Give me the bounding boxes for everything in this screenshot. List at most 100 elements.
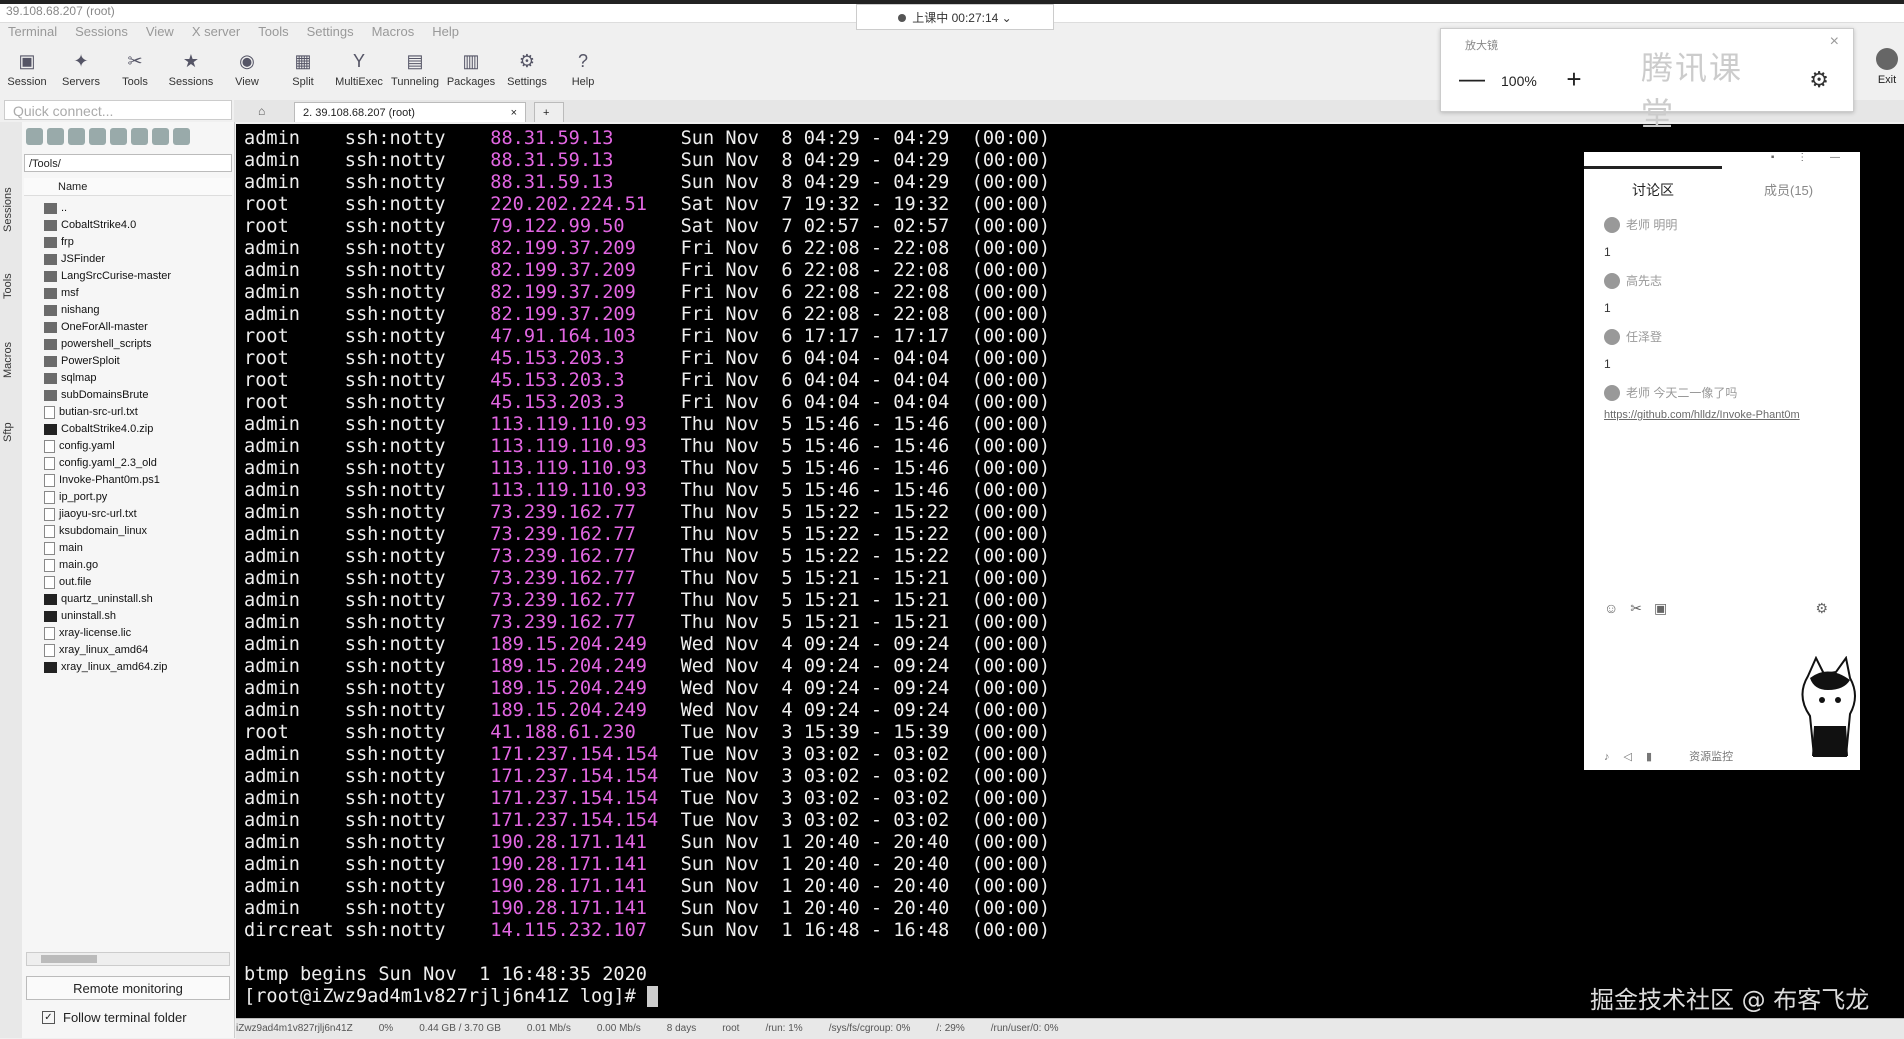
file-row[interactable]: uninstall.sh [44,608,232,625]
menu-view[interactable]: View [146,22,174,42]
terminal-line: admin ssh:notty 73.239.162.77 Thu Nov 5 … [244,590,1050,612]
download-icon[interactable] [47,128,64,145]
sftp-horizontal-scrollbar[interactable] [26,952,230,966]
speaker-icon[interactable]: ◁ [1624,751,1632,763]
side-tab-sessions[interactable]: Sessions [2,170,20,250]
file-row[interactable]: config.yaml_2.3_old [44,455,232,472]
file-row[interactable]: LangSrcCurise-master [44,268,232,285]
window-controls[interactable]: ▪ ⋮ — [1771,152,1850,163]
menu-macros[interactable]: Macros [372,22,415,42]
toolbar-tools-button[interactable]: ✂ Tools [108,42,162,98]
file-row[interactable]: main [44,540,232,557]
file-row[interactable]: sqlmap [44,370,232,387]
file-row[interactable]: frp [44,234,232,251]
new-tab-button[interactable]: + [534,102,564,122]
toolbar-view-button[interactable]: ◉ View [220,42,274,98]
file-row[interactable]: CobaltStrike4.0.zip [44,421,232,438]
file-icon [44,627,55,640]
file-row[interactable]: PowerSploit [44,353,232,370]
terminal-line: admin ssh:notty 189.15.204.249 Wed Nov 4… [244,700,1050,722]
folder-icon [44,254,57,265]
chat-link[interactable]: https://github.com/hlldz/Invoke-Phant0m [1604,409,1854,421]
menu-settings[interactable]: Settings [307,22,354,42]
menu-xserver[interactable]: X server [192,22,240,42]
file-row[interactable]: jiaoyu-src-url.txt [44,506,232,523]
terminal-ip: 14.115.232.107 [490,920,681,941]
file-row[interactable]: quartz_uninstall.sh [44,591,232,608]
sftp-column-name[interactable]: Name [24,178,232,196]
file-row[interactable]: xray-license.lic [44,625,232,642]
microphone-icon[interactable]: ♪ [1604,751,1610,763]
toolbar-settings-button[interactable]: ⚙ Settings [500,42,554,98]
terminal-user: admin [244,150,345,171]
gear-icon[interactable]: ⚙ [1809,67,1829,93]
scrollbar-thumb[interactable] [41,955,97,963]
file-row[interactable]: msf [44,285,232,302]
toolbar-servers-button[interactable]: ✦ Servers [54,42,108,98]
image-icon[interactable]: ▣ [1654,600,1667,616]
close-icon[interactable]: × [1830,33,1839,51]
file-row[interactable]: ip_port.py [44,489,232,506]
zoom-in-button[interactable]: + [1561,66,1587,93]
file-row[interactable]: xray_linux_amd64 [44,642,232,659]
file-row[interactable]: CobaltStrike4.0 [44,217,232,234]
terminal-line: root ssh:notty 45.153.203.3 Fri Nov 6 04… [244,348,1050,370]
toolbar-sessions-button[interactable]: ★ Sessions [164,42,218,98]
toggle-icon[interactable] [173,128,190,145]
delete-icon[interactable] [152,128,169,145]
new-file-icon[interactable] [131,128,148,145]
tab-session-2[interactable]: 2. 39.108.68.207 (root) × [294,102,526,122]
tab-members[interactable]: 成员(15) [1764,180,1813,199]
sftp-path-input[interactable]: /Tools/ [24,154,232,172]
toolbar-multiexec-button[interactable]: Y MultiExec [332,42,386,98]
terminal-user: admin [244,810,345,831]
side-tab-macros[interactable]: Macros [2,320,20,400]
settings-icon[interactable]: ⚙ [1815,600,1828,617]
file-row[interactable]: ksubdomain_linux [44,523,232,540]
emoji-icon[interactable]: ☺ [1604,600,1618,616]
menu-sessions[interactable]: Sessions [75,22,128,42]
menu-help[interactable]: Help [432,22,459,42]
scissors-icon[interactable]: ✂ [1630,600,1642,616]
terminal-tty: ssh:notty [344,502,491,523]
terminal-line: admin ssh:notty 190.28.171.141 Sun Nov 1… [244,854,1050,876]
remote-monitoring-button[interactable]: Remote monitoring [26,976,230,1000]
toolbar-packages-button[interactable]: ▥ Packages [444,42,498,98]
toolbar-session-button[interactable]: ▣ Session [0,42,54,98]
side-tab-tools[interactable]: Tools [2,256,20,316]
follow-terminal-folder-checkbox[interactable]: ✓ Follow terminal folder [42,1010,187,1025]
toolbar-help-button[interactable]: ? Help [556,42,610,98]
file-row[interactable]: Invoke-Phant0m.ps1 [44,472,232,489]
file-row[interactable]: butian-src-url.txt [44,404,232,421]
tab-discussion[interactable]: 讨论区 [1632,180,1674,200]
file-row[interactable]: nishang [44,302,232,319]
upload-icon[interactable] [68,128,85,145]
menu-terminal[interactable]: Terminal [8,22,57,42]
file-row[interactable]: xray_linux_amd64.zip [44,659,232,676]
refresh-icon[interactable] [89,128,106,145]
terminal-time: Sat Nov 7 19:32 - 19:32 (00:00) [680,194,1051,215]
file-row[interactable]: powershell_scripts [44,336,232,353]
home-icon[interactable]: ⌂ [258,104,265,118]
file-icon [44,406,55,419]
new-folder-icon[interactable] [110,128,127,145]
file-row[interactable]: out.file [44,574,232,591]
up-folder-icon[interactable] [26,128,43,145]
quick-connect-input[interactable]: Quick connect... [4,100,232,120]
zoom-out-button[interactable]: — [1459,65,1485,93]
file-row[interactable]: OneForAll-master [44,319,232,336]
close-tab-icon[interactable]: × [511,103,517,123]
signal-icon[interactable]: ▮ [1646,751,1652,763]
file-row[interactable]: .. [44,200,232,217]
toolbar-split-button[interactable]: ▦ Split [276,42,330,98]
file-row[interactable]: JSFinder [44,251,232,268]
exit-button[interactable]: Exit [1870,48,1904,86]
resource-monitor-label[interactable]: 资源监控 [1689,751,1733,763]
toolbar-tunneling-button[interactable]: ▤ Tunneling [388,42,442,98]
file-row[interactable]: config.yaml [44,438,232,455]
terminal-ip: 82.199.37.209 [490,304,681,325]
file-row[interactable]: main.go [44,557,232,574]
side-tab-sftp[interactable]: Sftp [2,402,20,462]
menu-tools[interactable]: Tools [258,22,288,42]
file-row[interactable]: subDomainsBrute [44,387,232,404]
